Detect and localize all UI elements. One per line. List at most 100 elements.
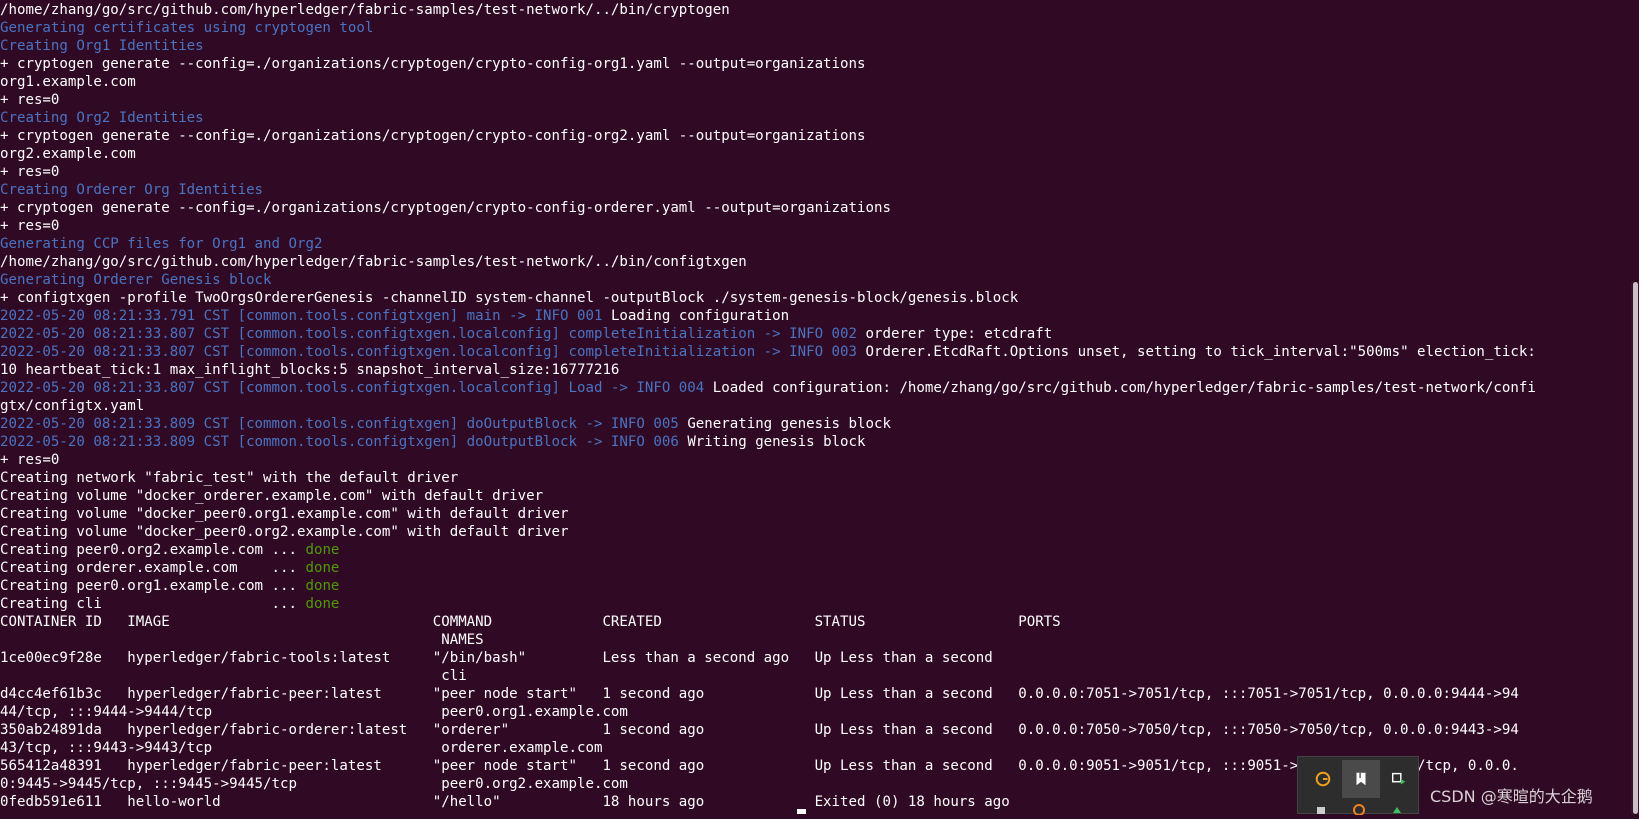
terminal-text: + res=0	[0, 218, 60, 234]
terminal-line: 2022-05-20 08:21:33.809 CST [common.tool…	[0, 415, 1630, 433]
terminal-text: 2022-05-20 08:21:33.791 CST [common.tool…	[0, 308, 611, 324]
terminal-line: Generating Orderer Genesis block	[0, 271, 1630, 289]
terminal-text: + cryptogen generate --config=./organiza…	[0, 128, 866, 144]
terminal-line: 350ab24891da hyperledger/fabric-orderer:…	[0, 721, 1630, 739]
terminal-text: + configtxgen -profile TwoOrgsOrdererGen…	[0, 290, 1019, 306]
terminal-text: done	[305, 542, 340, 558]
terminal-text: cli	[0, 668, 467, 684]
terminal-line: 2022-05-20 08:21:33.791 CST [common.tool…	[0, 307, 1630, 325]
terminal-text: CONTAINER ID IMAGE COMMAND CREATED STATU…	[0, 614, 1061, 630]
terminal-line: + cryptogen generate --config=./organiza…	[0, 55, 1630, 73]
bookmark-icon[interactable]	[1342, 760, 1380, 798]
terminal-text: + res=0	[0, 452, 60, 468]
terminal-text: Writing genesis block	[687, 434, 866, 450]
terminal-text: + cryptogen generate --config=./organiza…	[0, 200, 891, 216]
terminal-line: + cryptogen generate --config=./organiza…	[0, 127, 1630, 145]
terminal-text: 2022-05-20 08:21:33.809 CST [common.tool…	[0, 434, 688, 450]
terminal-text: done	[305, 578, 340, 594]
terminal-text: NAMES	[0, 632, 484, 648]
terminal-line: /home/zhang/go/src/github.com/hyperledge…	[0, 253, 1630, 271]
terminal-text: gtx/configtx.yaml	[0, 398, 145, 414]
terminal-text: 2022-05-20 08:21:33.807 CST [common.tool…	[0, 380, 713, 396]
terminal-text: Creating volume "docker_orderer.example.…	[0, 488, 544, 504]
terminal-line: Creating volume "docker_peer0.org2.examp…	[0, 523, 1630, 541]
terminal-line: + res=0	[0, 163, 1630, 181]
terminal-line: Creating Org2 Identities	[0, 109, 1630, 127]
terminal-line: Creating orderer.example.com ... done	[0, 559, 1630, 577]
terminal-line: Generating certificates using cryptogen …	[0, 19, 1630, 37]
lock-icon[interactable]	[1314, 801, 1328, 815]
terminal-text: /home/zhang/go/src/github.com/hyperledge…	[0, 254, 747, 270]
terminal-text: orderer type: etcdraft	[865, 326, 1053, 342]
terminal-text: 2022-05-20 08:21:33.809 CST [common.tool…	[0, 416, 688, 432]
terminal-text: 2022-05-20 08:21:33.807 CST [common.tool…	[0, 326, 866, 342]
terminal-text: Generating CCP files for Org1 and Org2	[0, 236, 323, 252]
terminal-line: Creating volume "docker_orderer.example.…	[0, 487, 1630, 505]
text-cursor	[797, 809, 806, 814]
terminal-text: Creating cli ...	[0, 596, 306, 612]
terminal-text: Creating peer0.org2.example.com ...	[0, 542, 306, 558]
terminal-text: 0:9445->9445/tcp, :::9445->9445/tcp peer…	[0, 776, 628, 792]
terminal-line: /home/zhang/go/src/github.com/hyperledge…	[0, 1, 1630, 19]
terminal-text: done	[305, 560, 340, 576]
terminal-line: org2.example.com	[0, 145, 1630, 163]
terminal-line: Creating peer0.org2.example.com ... done	[0, 541, 1630, 559]
terminal-line: + configtxgen -profile TwoOrgsOrdererGen…	[0, 289, 1630, 307]
terminal-line: Creating peer0.org1.example.com ... done	[0, 577, 1630, 595]
terminal-line: 2022-05-20 08:21:33.807 CST [common.tool…	[0, 379, 1630, 397]
terminal-line: 44/tcp, :::9444->9444/tcp peer0.org1.exa…	[0, 703, 1630, 721]
terminal-text: 0fedb591e611 hello-world "/hello" 18 hou…	[0, 794, 1010, 810]
terminal-text: Creating peer0.org1.example.com ...	[0, 578, 306, 594]
terminal-text: Creating Org2 Identities	[0, 110, 204, 126]
terminal-line: Creating volume "docker_peer0.org1.examp…	[0, 505, 1630, 523]
terminal-text: Generating genesis block	[687, 416, 891, 432]
terminal-text: Creating Org1 Identities	[0, 38, 204, 54]
terminal-text: org2.example.com	[0, 146, 136, 162]
terminal-text: Generating Orderer Genesis block	[0, 272, 272, 288]
terminal-line: 2022-05-20 08:21:33.809 CST [common.tool…	[0, 433, 1630, 451]
terminal-text: Loaded configuration: /home/zhang/go/src…	[712, 380, 1536, 396]
terminal-line: + cryptogen generate --config=./organiza…	[0, 199, 1630, 217]
terminal-line: 2022-05-20 08:21:33.807 CST [common.tool…	[0, 325, 1630, 343]
record-icon[interactable]	[1352, 801, 1366, 816]
screen-share-icon[interactable]	[1380, 760, 1418, 798]
terminal-text: Loading configuration	[610, 308, 790, 324]
terminal-text: Creating network "fabric_test" with the …	[0, 470, 459, 486]
terminal-line: 10 heartbeat_tick:1 max_inflight_blocks:…	[0, 361, 1630, 379]
terminal-line: Creating network "fabric_test" with the …	[0, 469, 1630, 487]
terminal-output[interactable]: /home/zhang/go/src/github.com/hyperledge…	[0, 1, 1630, 811]
scrollbar-thumb[interactable]	[1633, 282, 1638, 814]
terminal-line: d4cc4ef61b3c hyperledger/fabric-peer:lat…	[0, 685, 1630, 703]
terminal-text: org1.example.com	[0, 74, 136, 90]
terminal-text: done	[305, 596, 340, 612]
terminal-line: Creating Orderer Org Identities	[0, 181, 1630, 199]
terminal-text: 565412a48391 hyperledger/fabric-peer:lat…	[0, 758, 1519, 774]
terminal-line: + res=0	[0, 451, 1630, 469]
system-tray-popup	[1297, 756, 1419, 816]
terminal-text: 1ce00ec9f28e hyperledger/fabric-tools:la…	[0, 650, 993, 666]
terminal-text: + res=0	[0, 164, 60, 180]
terminal-text: 350ab24891da hyperledger/fabric-orderer:…	[0, 722, 1519, 738]
terminal-line: 43/tcp, :::9443->9443/tcp orderer.exampl…	[0, 739, 1630, 757]
terminal-line: Creating Org1 Identities	[0, 37, 1630, 55]
terminal-line: Generating CCP files for Org1 and Org2	[0, 235, 1630, 253]
grammarly-icon[interactable]	[1304, 760, 1342, 798]
terminal-text: Creating orderer.example.com ...	[0, 560, 306, 576]
terminal-line: gtx/configtx.yaml	[0, 397, 1630, 415]
terminal-text: Creating volume "docker_peer0.org2.examp…	[0, 524, 569, 540]
terminal-text: /home/zhang/go/src/github.com/hyperledge…	[0, 2, 730, 18]
terminal-line: + res=0	[0, 91, 1630, 109]
terminal-text: Creating volume "docker_peer0.org1.examp…	[0, 506, 569, 522]
terminal-line: org1.example.com	[0, 73, 1630, 91]
terminal-line: 1ce00ec9f28e hyperledger/fabric-tools:la…	[0, 649, 1630, 667]
terminal-text: 43/tcp, :::9443->9443/tcp orderer.exampl…	[0, 740, 603, 756]
terminal-text: Creating Orderer Org Identities	[0, 182, 264, 198]
terminal-line: Creating cli ... done	[0, 595, 1630, 613]
terminal-line: + res=0	[0, 217, 1630, 235]
terminal-line: 2022-05-20 08:21:33.807 CST [common.tool…	[0, 343, 1630, 361]
terminal-line: CONTAINER ID IMAGE COMMAND CREATED STATU…	[0, 613, 1630, 631]
terminal-text: + cryptogen generate --config=./organiza…	[0, 56, 866, 72]
terminal-text: d4cc4ef61b3c hyperledger/fabric-peer:lat…	[0, 686, 1519, 702]
watermark: CSDN @寒暄的大企鹅	[1430, 787, 1593, 806]
refresh-icon[interactable]	[1390, 801, 1404, 815]
